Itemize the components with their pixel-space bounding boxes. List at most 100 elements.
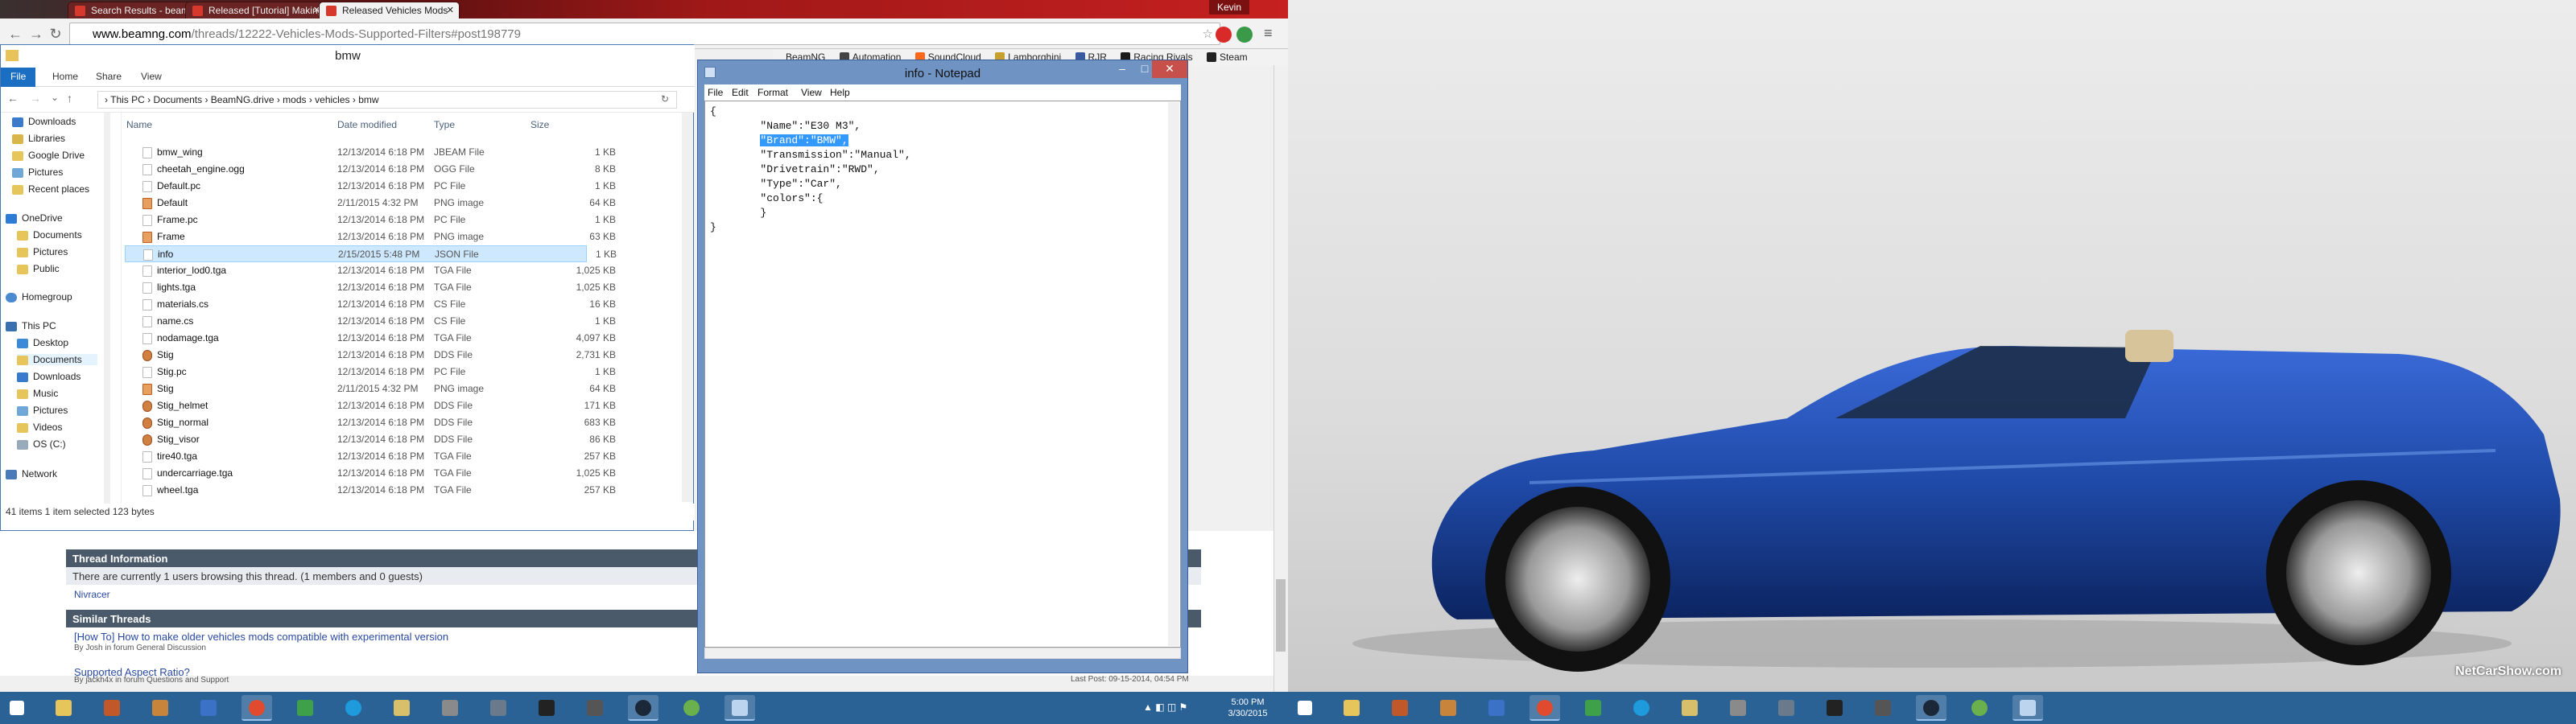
skype-taskbar-icon[interactable] bbox=[338, 695, 369, 721]
ribbon-tab-share[interactable]: Share bbox=[86, 68, 131, 87]
minimize-button[interactable]: – bbox=[1110, 60, 1134, 78]
file-row[interactable]: Stig 2/11/2015 4:32 PM PNG image 64 KB bbox=[125, 381, 616, 397]
clock[interactable]: 5:00 PM 3/30/2015 bbox=[1216, 697, 1280, 719]
member-link[interactable]: Nivracer bbox=[74, 589, 110, 600]
page-scrollbar-thumb[interactable] bbox=[1276, 579, 1286, 652]
nav-item-onedrive-pictures[interactable]: Pictures bbox=[17, 246, 68, 257]
app-taskbar-icon[interactable] bbox=[1868, 695, 1898, 721]
chrome-taskbar-icon[interactable] bbox=[242, 695, 272, 721]
extension-icon[interactable] bbox=[1236, 27, 1253, 43]
app-taskbar-icon[interactable] bbox=[193, 695, 224, 721]
browser-tab-active[interactable]: Released Vehicles Mods ✕ bbox=[319, 2, 460, 19]
file-row[interactable]: Stig_normal 12/13/2014 6:18 PM DDS File 683… bbox=[125, 414, 616, 431]
nav-item-this-pc[interactable]: This PC bbox=[6, 320, 56, 331]
file-row[interactable]: Default.pc 12/13/2014 6:18 PM PC File 1 KB bbox=[125, 178, 616, 195]
menu-view[interactable]: View bbox=[801, 87, 822, 98]
forward-icon[interactable]: → bbox=[30, 92, 41, 105]
notepad-taskbar-icon[interactable] bbox=[2013, 695, 2043, 721]
nav-item-network[interactable]: Network bbox=[6, 468, 57, 479]
steam-taskbar-icon[interactable] bbox=[628, 695, 658, 721]
start-button[interactable] bbox=[2, 695, 32, 721]
nav-item-onedrive[interactable]: OneDrive bbox=[6, 212, 63, 224]
recent-dropdown-icon[interactable]: ⌄ bbox=[51, 92, 59, 103]
app-taskbar-icon[interactable] bbox=[1674, 695, 1705, 721]
vertical-scrollbar[interactable] bbox=[1168, 102, 1179, 646]
file-row[interactable]: interior_lod0.tga 12/13/2014 6:18 PM TGA F… bbox=[125, 262, 616, 279]
app-taskbar-icon[interactable] bbox=[580, 695, 610, 721]
back-icon[interactable]: ← bbox=[7, 92, 19, 105]
menu-edit[interactable]: Edit bbox=[732, 87, 749, 98]
file-row[interactable]: Stig_helmet 12/13/2014 6:18 PM DDS File 171… bbox=[125, 397, 616, 414]
nav-item-pictures[interactable]: Pictures bbox=[17, 405, 68, 416]
horizontal-scrollbar[interactable] bbox=[704, 648, 1181, 659]
file-row[interactable]: Stig 12/13/2014 6:18 PM DDS File 2,731 KB bbox=[125, 347, 616, 364]
app-taskbar-icon[interactable] bbox=[1578, 695, 1608, 721]
close-button[interactable]: ✕ bbox=[1152, 60, 1187, 78]
start-button[interactable] bbox=[1290, 695, 1320, 721]
file-row[interactable]: Frame 12/13/2014 6:18 PM PNG image 63 KB bbox=[125, 228, 616, 245]
menu-file[interactable]: File bbox=[708, 87, 723, 98]
nav-item-recent-places[interactable]: Recent places bbox=[12, 183, 89, 195]
column-header-size[interactable]: Size bbox=[530, 119, 549, 130]
file-row[interactable]: Default 2/11/2015 4:32 PM PNG image 64 KB bbox=[125, 195, 616, 212]
menu-format[interactable]: Format bbox=[758, 87, 788, 98]
file-row[interactable]: cheetah_engine.ogg 12/13/2014 6:18 PM OGG … bbox=[125, 161, 616, 178]
nav-item-desktop[interactable]: Desktop bbox=[17, 337, 68, 348]
app-taskbar-icon[interactable] bbox=[386, 695, 417, 721]
file-row[interactable]: Frame.pc 12/13/2014 6:18 PM PC File 1 KB bbox=[125, 212, 616, 228]
menu-icon[interactable]: ≡ bbox=[1264, 25, 1273, 42]
text-editor[interactable]: { "Name":"E30 M3", "Brand":"BMW", "Trans… bbox=[704, 101, 1181, 648]
ribbon-tab-view[interactable]: View bbox=[131, 68, 171, 87]
app-taskbar-icon[interactable] bbox=[1481, 695, 1512, 721]
thread-link[interactable]: [How To] How to make older vehicles mods… bbox=[74, 631, 448, 643]
app-taskbar-icon[interactable] bbox=[97, 695, 127, 721]
file-row[interactable]: bmw_wing 12/13/2014 6:18 PM JBEAM File 1 KB bbox=[125, 144, 616, 161]
nav-item-pictures[interactable]: Pictures bbox=[12, 167, 63, 178]
chrome-taskbar-icon[interactable] bbox=[1530, 695, 1560, 721]
profile-name[interactable]: Kevin bbox=[1208, 0, 1249, 14]
file-row[interactable]: materials.cs 12/13/2014 6:18 PM CS File 16 … bbox=[125, 296, 616, 313]
app-taskbar-icon[interactable] bbox=[1723, 695, 1753, 721]
file-row[interactable]: Stig.pc 12/13/2014 6:18 PM PC File 1 KB bbox=[125, 364, 616, 381]
steam-taskbar-icon[interactable] bbox=[1916, 695, 1946, 721]
nav-item-music[interactable]: Music bbox=[17, 388, 58, 399]
file-row[interactable]: tire40.tga 12/13/2014 6:18 PM TGA File 257 … bbox=[125, 448, 616, 465]
browser-tab[interactable]: Released [Tutorial] Making ✕ bbox=[185, 2, 326, 19]
star-icon[interactable]: ☆ bbox=[1203, 27, 1213, 41]
nav-scrollbar[interactable] bbox=[104, 113, 110, 515]
file-explorer-taskbar-icon[interactable] bbox=[48, 695, 79, 721]
app-taskbar-icon[interactable] bbox=[1385, 695, 1415, 721]
file-row[interactable]: undercarriage.tga 12/13/2014 6:18 PM TGA F… bbox=[125, 465, 616, 482]
app-taskbar-icon[interactable] bbox=[1964, 695, 1995, 721]
nav-item-downloads[interactable]: Downloads bbox=[17, 371, 80, 382]
reload-icon[interactable]: ↻ bbox=[47, 25, 64, 43]
extension-icon[interactable] bbox=[1216, 27, 1232, 43]
nav-item-downloads[interactable]: Downloads bbox=[12, 116, 76, 127]
file-row[interactable]: info 2/15/2015 5:48 PM JSON File 1 KB bbox=[125, 245, 617, 262]
nav-item-onedrive-public[interactable]: Public bbox=[17, 263, 60, 274]
app-taskbar-icon[interactable] bbox=[290, 695, 320, 721]
app-taskbar-icon[interactable] bbox=[483, 695, 514, 721]
notepad-taskbar-icon[interactable] bbox=[724, 695, 755, 721]
nav-item-libraries[interactable]: Libraries bbox=[12, 133, 65, 144]
file-row[interactable]: lights.tga 12/13/2014 6:18 PM TGA File 1,02… bbox=[125, 279, 616, 296]
list-scrollbar[interactable] bbox=[682, 113, 693, 502]
nav-item-onedrive-documents[interactable]: Documents bbox=[17, 229, 82, 241]
nav-item-os-drive[interactable]: OS (C:) bbox=[17, 438, 66, 450]
app-taskbar-icon[interactable] bbox=[531, 695, 562, 721]
refresh-icon[interactable]: ↻ bbox=[661, 93, 669, 105]
column-header-name[interactable]: Name bbox=[126, 119, 152, 130]
nav-item-google-drive[interactable]: Google Drive bbox=[12, 150, 85, 161]
file-row[interactable]: wheel.tga 12/13/2014 6:18 PM TGA File 257 K… bbox=[125, 482, 616, 499]
nav-item-videos[interactable]: Videos bbox=[17, 422, 62, 433]
menu-help[interactable]: Help bbox=[830, 87, 850, 98]
forward-icon[interactable]: → bbox=[27, 25, 45, 43]
skype-taskbar-icon[interactable] bbox=[1626, 695, 1657, 721]
close-icon[interactable]: ✕ bbox=[447, 5, 454, 15]
file-row[interactable]: name.cs 12/13/2014 6:18 PM CS File 1 KB bbox=[125, 313, 616, 330]
app-taskbar-icon[interactable] bbox=[1433, 695, 1463, 721]
app-taskbar-icon[interactable] bbox=[1771, 695, 1802, 721]
file-row[interactable]: Stig_visor 12/13/2014 6:18 PM DDS File 86 K… bbox=[125, 431, 616, 448]
bookmark[interactable]: Steam bbox=[1206, 51, 1248, 63]
up-icon[interactable]: ↑ bbox=[67, 92, 72, 105]
